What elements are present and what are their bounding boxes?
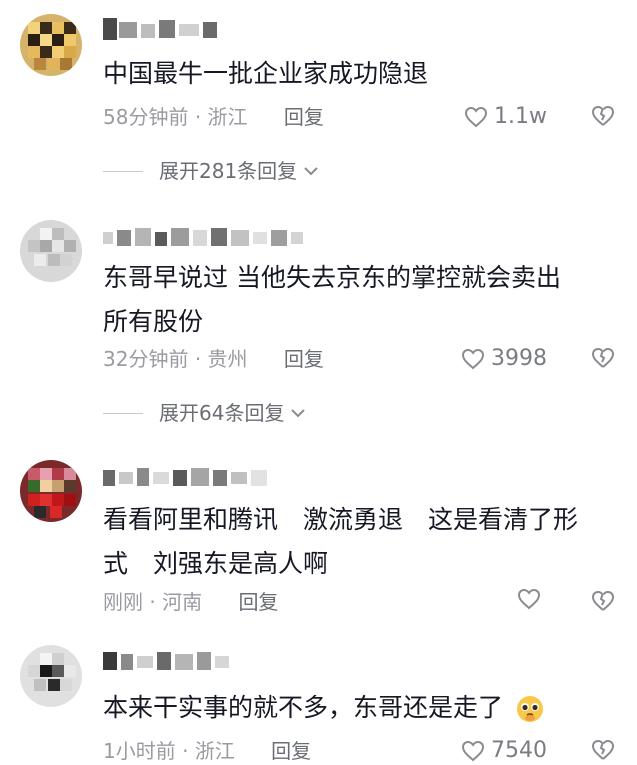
dislike-button[interactable] bbox=[591, 105, 615, 131]
comment-time: 32分钟前 bbox=[103, 347, 189, 371]
expand-replies[interactable]: 展开64条回复 bbox=[103, 399, 308, 427]
like-button[interactable]: 7540 bbox=[461, 737, 547, 765]
comment-text: 本来干实事的就不多，东哥还是走了 bbox=[103, 686, 618, 730]
comment-text-line: 中国最牛一批企业家成功隐退 bbox=[103, 59, 429, 88]
broken-heart-icon bbox=[591, 590, 615, 611]
heart-icon bbox=[465, 106, 488, 128]
like-button[interactable] bbox=[517, 588, 547, 610]
comment-text-line: 所有股份 bbox=[103, 307, 204, 336]
comment-text: 中国最牛一批企业家成功隐退 bbox=[103, 52, 618, 96]
comment-location: 河南 bbox=[162, 590, 203, 614]
comment-text: 看看阿里和腾讯 激流勇退 这是看清了形 式 刘强东是高人啊 bbox=[103, 498, 618, 586]
avatar[interactable] bbox=[20, 645, 82, 707]
heart-icon bbox=[517, 588, 541, 610]
comment-meta: 刚刚 · 河南 回复 bbox=[103, 590, 279, 614]
like-button[interactable]: 1.1w bbox=[464, 103, 547, 131]
heart-icon bbox=[461, 348, 485, 370]
comment-text: 东哥早说过 当他失去京东的掌控就会卖出 所有股份 bbox=[103, 256, 618, 344]
chevron-down-icon bbox=[304, 167, 318, 176]
dislike-button[interactable] bbox=[591, 347, 615, 373]
like-count: 1.1w bbox=[494, 104, 547, 129]
comment-meta: 32分钟前 · 贵州 回复 bbox=[103, 347, 324, 371]
avatar[interactable] bbox=[20, 14, 82, 76]
expand-replies-label: 展开64条回复 bbox=[159, 401, 285, 425]
expand-replies[interactable]: 展开281条回复 bbox=[103, 157, 321, 185]
comment-text-line: 东哥早说过 当他失去京东的掌控就会卖出 bbox=[103, 263, 561, 292]
reply-button[interactable]: 回复 bbox=[284, 347, 324, 371]
comment-text-line: 看看阿里和腾讯 激流勇退 这是看清了形 bbox=[103, 505, 579, 534]
broken-heart-icon bbox=[591, 347, 615, 368]
avatar[interactable] bbox=[20, 460, 82, 522]
divider bbox=[103, 412, 143, 414]
like-button[interactable]: 3998 bbox=[461, 345, 547, 373]
broken-heart-icon bbox=[591, 105, 615, 126]
comment-time: 刚刚 bbox=[103, 590, 143, 614]
comment-text-line: 本来干实事的就不多，东哥还是走了 bbox=[103, 686, 618, 730]
comment-time: 1小时前 bbox=[103, 739, 176, 763]
dislike-button[interactable] bbox=[591, 739, 615, 765]
comment-meta: 58分钟前 · 浙江 回复 bbox=[103, 105, 324, 129]
broken-heart-icon bbox=[591, 739, 615, 760]
pleading-face-emoji-icon bbox=[516, 696, 543, 722]
reply-button[interactable]: 回复 bbox=[284, 105, 324, 129]
expand-replies-label: 展开281条回复 bbox=[159, 159, 298, 183]
comment-location: 浙江 bbox=[194, 739, 235, 763]
like-count: 7540 bbox=[491, 738, 547, 763]
comment-time: 58分钟前 bbox=[103, 105, 189, 129]
avatar[interactable] bbox=[20, 220, 82, 282]
comment-text-content: 本来干实事的就不多，东哥还是走了 bbox=[103, 693, 504, 722]
dislike-button[interactable] bbox=[591, 590, 615, 616]
divider bbox=[103, 170, 143, 172]
like-count: 3998 bbox=[491, 346, 547, 371]
comment-location: 贵州 bbox=[207, 347, 248, 371]
chevron-down-icon bbox=[291, 409, 306, 418]
reply-button[interactable]: 回复 bbox=[271, 739, 311, 763]
comment-text-line: 式 刘强东是高人啊 bbox=[103, 549, 329, 578]
heart-icon bbox=[461, 740, 485, 762]
comment-meta: 1小时前 · 浙江 回复 bbox=[103, 739, 312, 763]
reply-button[interactable]: 回复 bbox=[238, 590, 278, 614]
comment-location: 浙江 bbox=[207, 105, 248, 129]
